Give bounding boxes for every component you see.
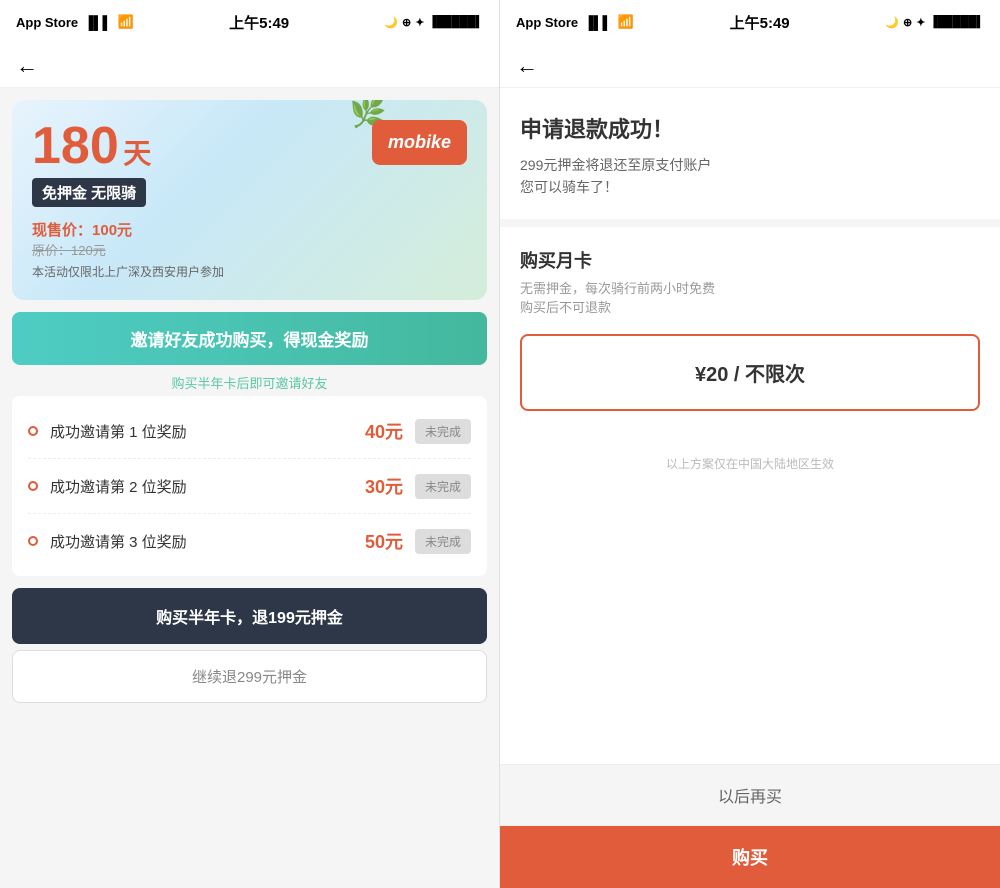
phone-left: App Store ▐▌▌ 📶 上午5:49 🌙 ⊕ ✦ ▐█████▌ ← 🌿… [0, 0, 500, 888]
location-icon: ⊕ [402, 16, 411, 29]
back-button-right[interactable]: ← [516, 53, 538, 79]
reward-item-2: 成功邀请第 2 位奖励 30元 未完成 [28, 459, 471, 514]
region-note: 以上方案仅在中国大陆地区生效 [500, 435, 1000, 764]
time-left: 上午5:49 [229, 12, 289, 33]
success-title: 申请退款成功！ [520, 112, 980, 144]
reward-amount-3: 50元 [365, 528, 403, 554]
wifi-right: 📶 [618, 14, 634, 30]
reward-list: 成功邀请第 1 位奖励 40元 未完成 成功邀请第 2 位奖励 30元 未完成 … [12, 396, 487, 576]
moon-icon: 🌙 [384, 16, 398, 29]
signal-right: ▐▌▌ [584, 15, 612, 30]
reward-label-1: 成功邀请第 1 位奖励 [50, 421, 365, 442]
right-scroll-content: 申请退款成功！ 299元押金将退还至原支付账户您可以骑车了！ 购买月卡 无需押金… [500, 88, 1000, 888]
reward-dot-2 [28, 481, 38, 491]
status-bar-left: App Store ▐▌▌ 📶 上午5:49 🌙 ⊕ ✦ ▐█████▌ [0, 0, 499, 44]
app-name-left: App Store [16, 15, 78, 30]
success-desc: 299元押金将退还至原支付账户您可以骑车了！ [520, 154, 980, 199]
reward-label-3: 成功邀请第 3 位奖励 [50, 531, 365, 552]
left-scroll-content: 🌿 180 天 免押金 无限骑 现售价：100元 原价：120元 本活动仅限北上… [0, 88, 499, 888]
reward-amount-1: 40元 [365, 418, 403, 444]
status-left-area-right: App Store ▐▌▌ 📶 [516, 14, 634, 30]
banner-current-price: 现售价：100元 [32, 219, 467, 240]
wifi-left: 📶 [118, 14, 134, 30]
reward-status-3: 未完成 [415, 529, 471, 554]
right-btn-area: 以后再买 购买 [500, 764, 1000, 888]
monthly-title: 购买月卡 [520, 247, 980, 273]
nav-bar-left: ← [0, 44, 499, 88]
signal-left: ▐▌▌ [84, 15, 112, 30]
moon-icon-right: 🌙 [885, 16, 899, 29]
mobike-logo: mobike [372, 120, 467, 165]
reward-amount-2: 30元 [365, 473, 403, 499]
reward-dot-1 [28, 426, 38, 436]
status-right-left: 🌙 ⊕ ✦ ▐█████▌ [384, 16, 483, 29]
buy-button[interactable]: 购买 [500, 826, 1000, 888]
banner-card: 🌿 180 天 免押金 无限骑 现售价：100元 原价：120元 本活动仅限北上… [12, 100, 487, 300]
invite-banner: 邀请好友成功购买，得现金奖励 [12, 312, 487, 365]
phone-right: App Store ▐▌▌ 📶 上午5:49 🌙 ⊕ ✦ ▐█████▌ ← 申… [500, 0, 1000, 888]
battery-right: ▐█████▌ [929, 16, 984, 28]
current-price-value: 100元 [92, 222, 132, 239]
status-left-area: App Store ▐▌▌ 📶 [16, 14, 134, 30]
invite-banner-text: 邀请好友成功购买，得现金奖励 [32, 326, 467, 351]
reward-item-3: 成功邀请第 3 位奖励 50元 未完成 [28, 514, 471, 568]
banner-note: 本活动仅限北上广深及西安用户参加 [32, 263, 467, 280]
bluetooth-icon-right: ✦ [916, 16, 925, 29]
banner-badge: 免押金 无限骑 [32, 178, 146, 207]
nav-bar-right: ← [500, 44, 1000, 88]
location-icon-right: ⊕ [903, 16, 912, 29]
continue-refund-button[interactable]: 继续退299元押金 [12, 650, 487, 703]
banner-tian: 天 [123, 138, 151, 169]
buy-half-year-button[interactable]: 购买半年卡，退199元押金 [12, 588, 487, 644]
price-card[interactable]: ¥20 / 不限次 [520, 334, 980, 411]
app-name-right: App Store [516, 15, 578, 30]
reward-status-2: 未完成 [415, 474, 471, 499]
back-button-left[interactable]: ← [16, 53, 38, 79]
reward-dot-3 [28, 536, 38, 546]
status-bar-right: App Store ▐▌▌ 📶 上午5:49 🌙 ⊕ ✦ ▐█████▌ [500, 0, 1000, 44]
bluetooth-icon: ✦ [415, 16, 424, 29]
price-card-text: ¥20 / 不限次 [695, 364, 805, 386]
reward-label-2: 成功邀请第 2 位奖励 [50, 476, 365, 497]
reward-item-1: 成功邀请第 1 位奖励 40元 未完成 [28, 404, 471, 459]
invite-sub-text: 购买半年卡后即可邀请好友 [12, 373, 487, 392]
battery-left: ▐█████▌ [428, 16, 483, 28]
success-section: 申请退款成功！ 299元押金将退还至原支付账户您可以骑车了！ [500, 88, 1000, 227]
time-right: 上午5:49 [730, 12, 790, 33]
monthly-section: 购买月卡 无需押金，每次骑行前两小时免费购买后不可退款 ¥20 / 不限次 [500, 227, 1000, 435]
monthly-desc: 无需押金，每次骑行前两小时免费购买后不可退款 [520, 279, 980, 318]
status-right-right: 🌙 ⊕ ✦ ▐█████▌ [885, 16, 984, 29]
current-price-label: 现售价： [32, 222, 92, 239]
later-button[interactable]: 以后再买 [500, 765, 1000, 826]
banner-original-price: 原价：120元 [32, 240, 467, 259]
reward-status-1: 未完成 [415, 419, 471, 444]
banner-days: 180 [32, 117, 119, 175]
